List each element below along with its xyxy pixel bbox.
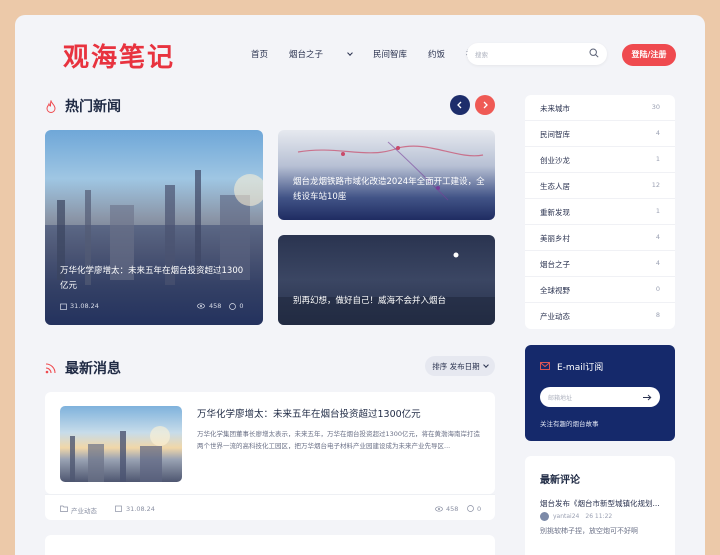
eye-icon — [435, 506, 443, 512]
category-item[interactable]: 全球视野 0 — [525, 277, 675, 303]
category-count: 4 — [655, 233, 660, 241]
prev-button[interactable] — [450, 95, 470, 115]
comment-author: yantai24 — [553, 513, 580, 520]
email-subscribe: E-mail订阅 邮箱地址 关注有趣的烟台故事 — [525, 345, 675, 441]
category-name: 产业动态 — [540, 312, 570, 321]
flame-icon — [46, 99, 56, 113]
category-item[interactable]: 民间智库 4 — [525, 121, 675, 147]
comment-text: 别挑软柿子捏，放空炮可不好啊 — [540, 527, 638, 535]
comment-icon — [467, 505, 474, 512]
search-icon[interactable] — [589, 48, 599, 58]
comment-icon — [229, 302, 237, 310]
date-text: 31.08.24 — [70, 302, 99, 310]
card-caption: 别再幻想，做好自己！威海不会并入烟台 — [293, 296, 447, 306]
category-name: 全球视野 — [540, 286, 570, 295]
chevron-right-icon — [483, 101, 488, 109]
card-date: 31.08.24 — [60, 302, 99, 310]
category-item[interactable]: 创业沙龙 1 — [525, 147, 675, 173]
category-name: 烟台之子 — [540, 260, 570, 269]
category-name: 美丽乡村 — [540, 234, 570, 243]
latest-title: 最新消息 — [65, 361, 121, 377]
comments-title: 最新评论 — [540, 475, 580, 486]
post-excerpt: 万华化学集团董事长廖增太表示，未来五年，万华在烟台投资超过1300亿元，将在黄渤… — [197, 430, 481, 450]
nav-think-tank[interactable]: 民间智库 — [373, 48, 407, 60]
sort-dropdown[interactable]: 排序 发布日期 — [425, 356, 495, 376]
category-item[interactable]: 产业动态 8 — [525, 303, 675, 329]
comment-meta: yantai24 26 11:22 — [540, 512, 612, 521]
chevron-down-icon — [482, 361, 489, 368]
comment-time: 26 11:22 — [585, 513, 613, 520]
news-card-weihai[interactable]: 别再幻想，做好自己！威海不会并入烟台 — [278, 235, 495, 325]
post-comments: 0 — [477, 505, 482, 513]
sort-label: 排序 发布日期 — [432, 361, 480, 371]
category-item[interactable]: 未来城市 30 — [525, 95, 675, 121]
email-placeholder: 邮箱地址 — [548, 395, 573, 402]
category-list: 未来城市 30 民间智库 4 创业沙龙 1 生态人居 12 重新发现 1 美丽乡村 4 烟台… — [525, 95, 675, 329]
category-count: 4 — [655, 129, 660, 137]
post-image[interactable] — [60, 406, 182, 482]
news-card-railway[interactable]: 烟台龙烟铁路市域化改造2024年全面开工建设，全线设车站10座 — [278, 130, 495, 220]
arrow-right-icon[interactable] — [643, 394, 652, 401]
category-name: 重新发现 — [540, 208, 570, 217]
category-name: 未来城市 — [540, 104, 570, 113]
chevron-left-icon — [457, 101, 462, 109]
category-count: 12 — [651, 181, 660, 189]
rss-icon — [45, 363, 56, 374]
category-name: 生态人居 — [540, 182, 570, 191]
nav-label: 烟台之子 — [289, 50, 324, 60]
eye-icon — [197, 303, 205, 309]
post-date: 31.08.24 — [126, 505, 155, 513]
category-item[interactable]: 烟台之子 4 — [525, 251, 675, 277]
category-name: 民间智库 — [540, 130, 570, 139]
post-title[interactable]: 万华化学廖增太：未来五年在烟台投资超过1300亿元 — [197, 406, 421, 420]
category-count: 8 — [655, 311, 660, 319]
mail-icon — [540, 362, 550, 370]
refinery-image — [70, 426, 170, 482]
card-caption: 万华化学廖增太：未来五年在烟台投资超过1300亿元 — [60, 266, 244, 291]
email-field[interactable]: 邮箱地址 — [540, 387, 660, 407]
news-card-large[interactable]: 万华化学廖增太：未来五年在烟台投资超过1300亿元 31.08.24 458 0 — [45, 130, 263, 325]
category-count: 0 — [655, 285, 660, 293]
category-count: 30 — [651, 103, 660, 111]
category-item[interactable]: 生态人居 12 — [525, 173, 675, 199]
post-category[interactable]: 产业动态 — [71, 505, 97, 515]
card-caption: 烟台龙烟铁路市域化改造2024年全面开工建设，全线设车站10座 — [293, 177, 485, 202]
card-stats: 458 0 — [197, 302, 244, 310]
page: 观海笔记 首页 烟台之子 民间智库 约饭 社区 搜索 登陆/注册 热门新闻 万华… — [15, 15, 705, 555]
post-views: 458 — [446, 505, 459, 513]
search-input[interactable]: 搜索 — [467, 43, 607, 65]
comment-post-link[interactable]: 烟台发布《烟台市新型城镇化规划... — [540, 498, 660, 509]
chevron-down-icon — [347, 49, 353, 56]
email-note: 关注有趣的烟台故事 — [540, 420, 599, 428]
category-count: 1 — [655, 155, 660, 163]
email-title: E-mail订阅 — [557, 363, 604, 373]
post-footer: 产业动态 31.08.24 458 0 — [45, 494, 495, 520]
category-item[interactable]: 美丽乡村 4 — [525, 225, 675, 251]
post-card-next[interactable] — [45, 535, 495, 555]
nav-dinner[interactable]: 约饭 — [428, 48, 445, 60]
category-item[interactable]: 重新发现 1 — [525, 199, 675, 225]
views-count: 458 — [209, 302, 222, 310]
card-image — [45, 170, 263, 325]
site-logo[interactable]: 观海笔记 — [63, 37, 175, 74]
nav-home[interactable]: 首页 — [251, 48, 268, 60]
comments-count: 0 — [239, 302, 244, 310]
latest-comments: 最新评论 烟台发布《烟台市新型城镇化规划... yantai24 26 11:2… — [525, 456, 675, 555]
login-button[interactable]: 登陆/注册 — [622, 44, 676, 66]
hot-news-heading: 热门新闻 — [45, 96, 121, 116]
category-name: 创业沙龙 — [540, 156, 570, 165]
category-count: 4 — [655, 259, 660, 267]
post-card[interactable]: 万华化学廖增太：未来五年在烟台投资超过1300亿元 万华化学集团董事长廖增太表示… — [45, 392, 495, 494]
calendar-icon — [115, 505, 122, 512]
calendar-icon — [60, 303, 67, 310]
avatar — [540, 512, 549, 521]
next-button[interactable] — [475, 95, 495, 115]
hot-news-title: 热门新闻 — [65, 99, 121, 115]
latest-heading: 最新消息 — [45, 358, 121, 378]
nav-yantai-zhizi[interactable]: 烟台之子 — [289, 48, 353, 60]
folder-icon — [60, 505, 68, 512]
search-placeholder: 搜索 — [475, 51, 488, 59]
night-image — [278, 252, 495, 325]
category-count: 1 — [655, 207, 660, 215]
